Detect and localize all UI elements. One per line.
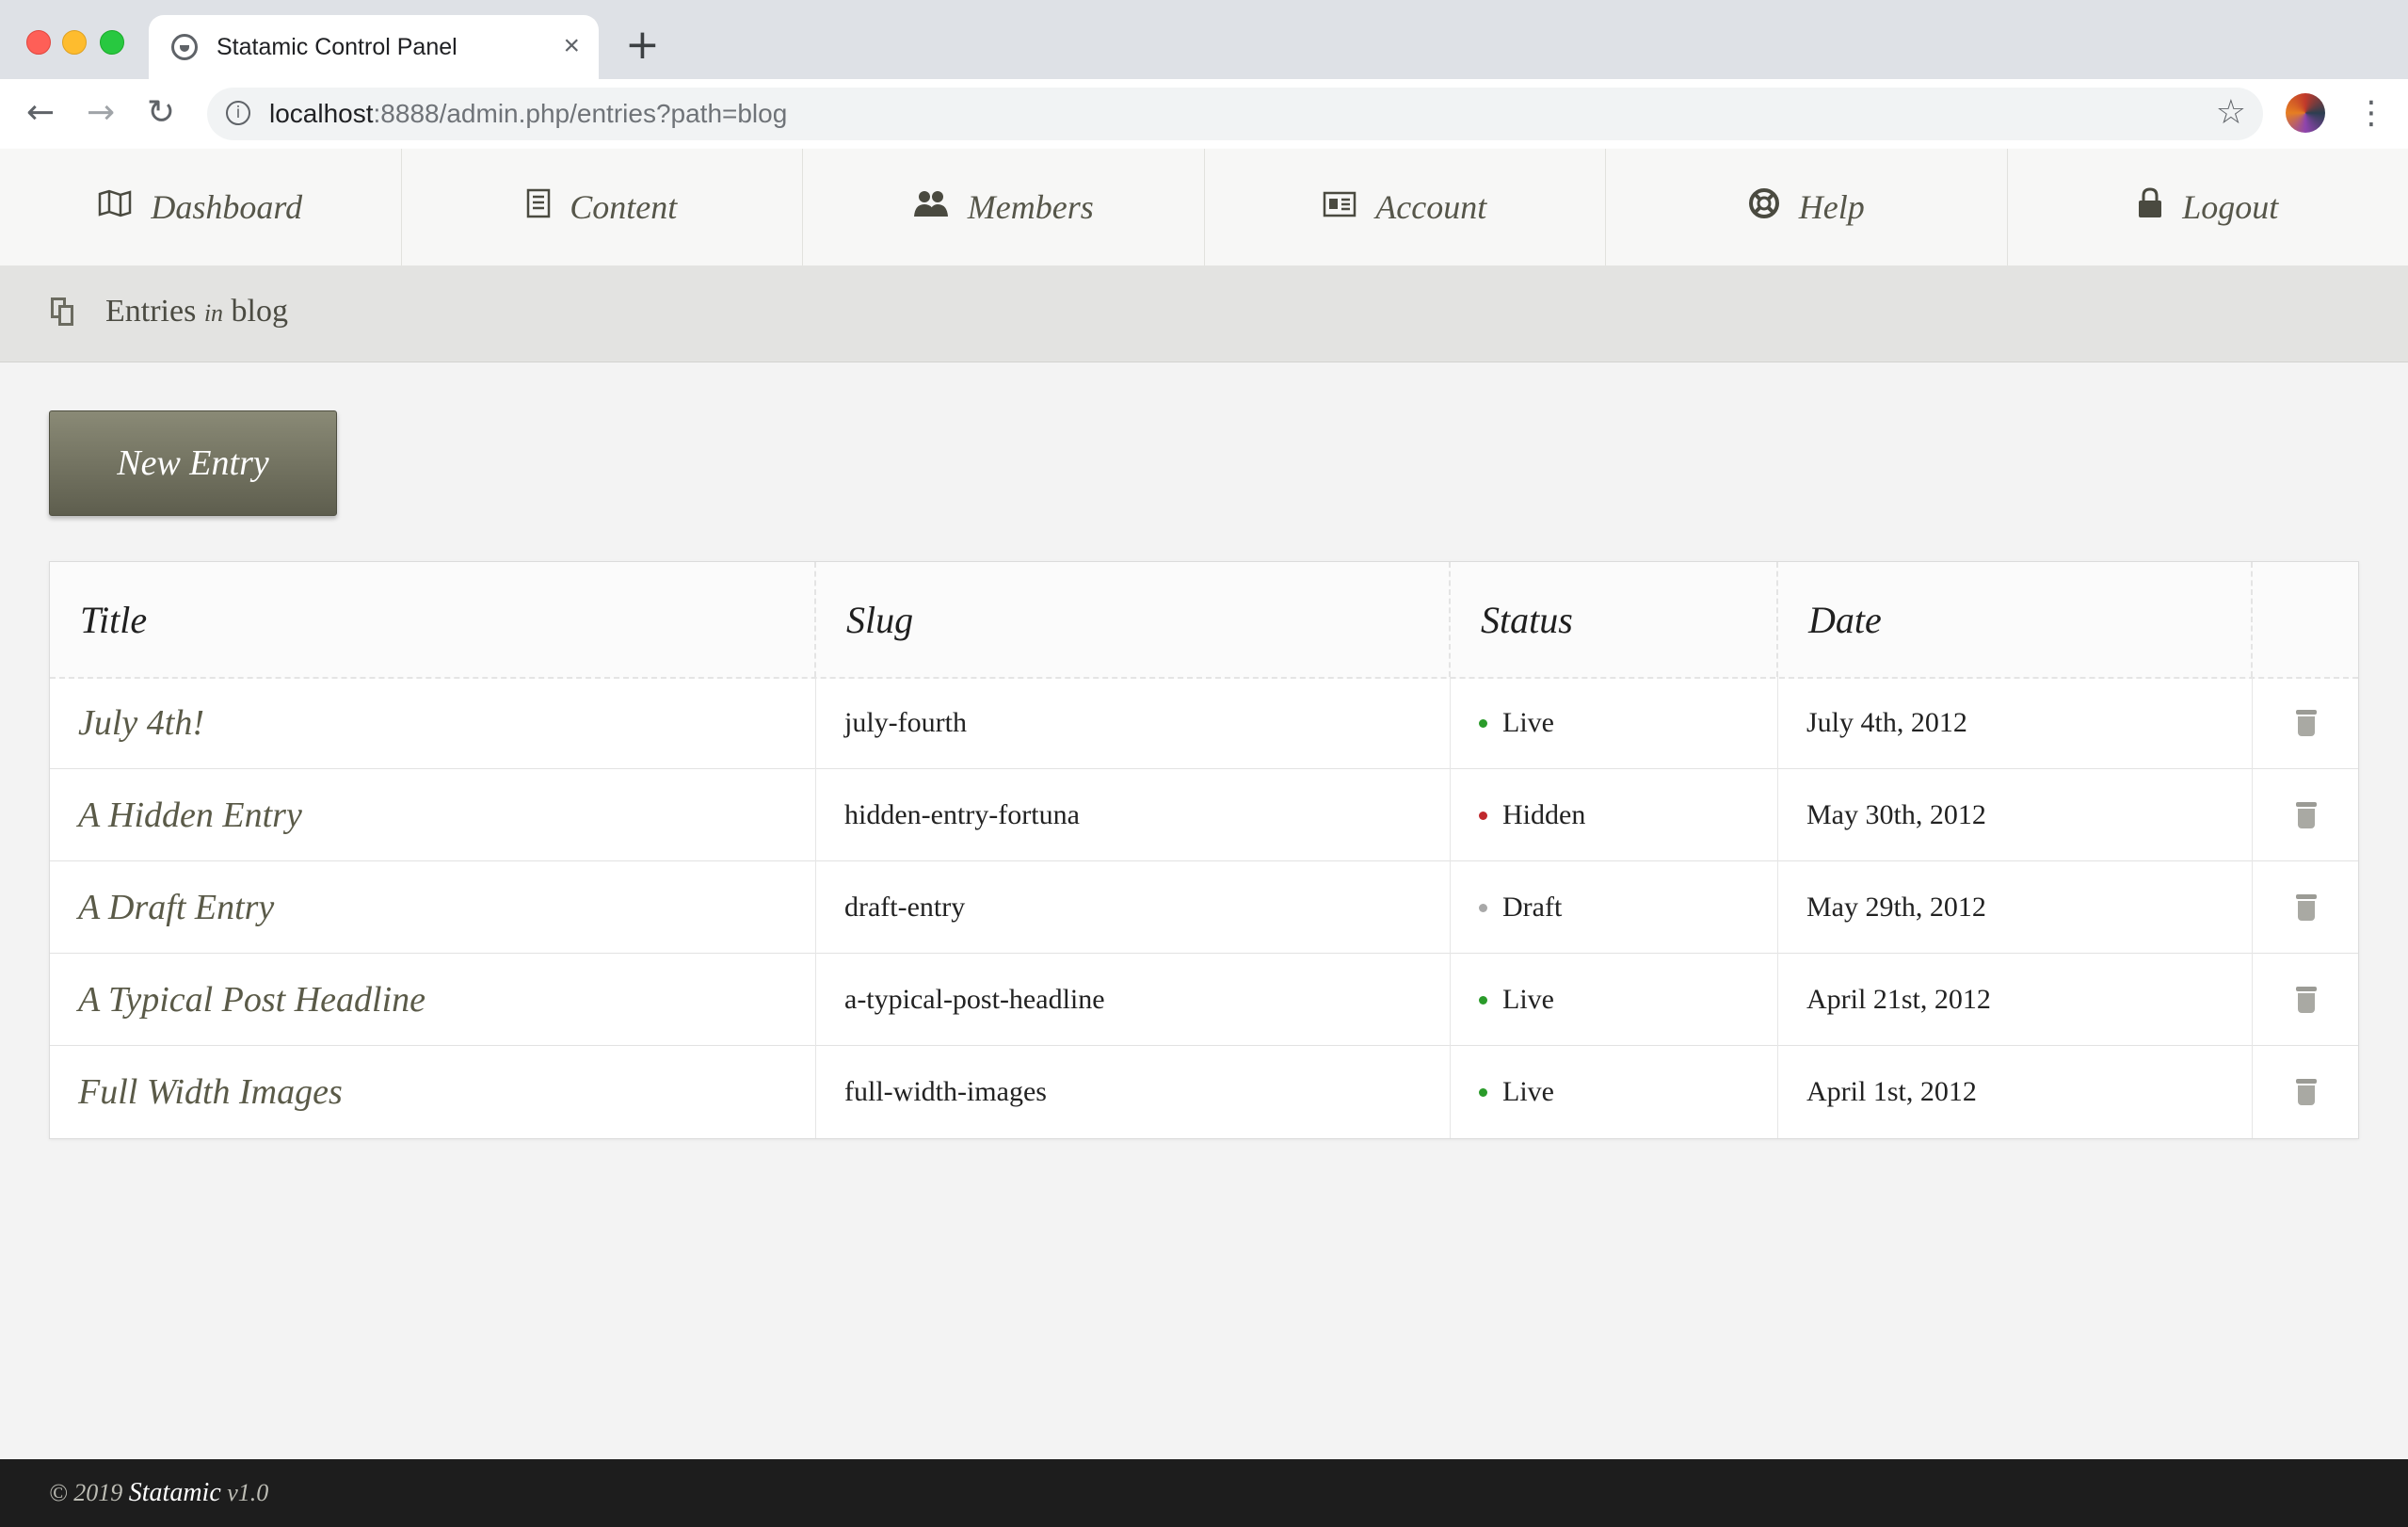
status-label: Draft bbox=[1502, 892, 1563, 923]
entry-date: April 21st, 2012 bbox=[1778, 954, 2253, 1046]
trash-icon bbox=[2296, 710, 2317, 736]
footer-text: © 2019 Statamic v1.0 bbox=[49, 1478, 269, 1507]
nav-logout-label: Logout bbox=[2182, 188, 2279, 226]
document-icon bbox=[526, 188, 551, 226]
entry-status: Hidden bbox=[1451, 769, 1778, 861]
page-title: Entries in blog bbox=[105, 294, 288, 329]
entry-slug: draft-entry bbox=[816, 861, 1451, 954]
entry-date: May 29th, 2012 bbox=[1778, 861, 2253, 954]
page-header: Entries in blog bbox=[0, 265, 2408, 362]
more-icon[interactable]: ⋮ bbox=[2355, 90, 2387, 136]
delete-entry-button[interactable] bbox=[2253, 954, 2360, 1046]
nav-help[interactable]: Help bbox=[1606, 149, 2008, 265]
table-row[interactable]: July 4th! july-fourth Live July 4th, 201… bbox=[50, 677, 2358, 769]
footer: © 2019 Statamic v1.0 bbox=[0, 1459, 2408, 1527]
table-row[interactable]: A Typical Post Headline a-typical-post-h… bbox=[50, 954, 2358, 1046]
url-text[interactable]: localhost:8888/admin.php/entries?path=bl… bbox=[269, 99, 787, 129]
nav-help-label: Help bbox=[1798, 188, 1865, 226]
nav-members-label: Members bbox=[967, 188, 1094, 226]
entry-date: April 1st, 2012 bbox=[1778, 1046, 2253, 1138]
entry-date: May 30th, 2012 bbox=[1778, 769, 2253, 861]
column-header-slug[interactable]: Slug bbox=[816, 562, 1451, 677]
new-tab-button[interactable]: + bbox=[625, 23, 660, 68]
info-icon[interactable]: i bbox=[226, 101, 250, 125]
table-row[interactable]: Full Width Images full-width-images Live… bbox=[50, 1046, 2358, 1138]
status-dot bbox=[1479, 811, 1487, 820]
avatar[interactable] bbox=[2286, 93, 2325, 133]
status-dot bbox=[1479, 1087, 1487, 1097]
reload-icon[interactable]: ↻ bbox=[147, 92, 175, 134]
browser-tab[interactable]: Statamic Control Panel × bbox=[149, 15, 599, 79]
entries-table: Title Slug Status Date July 4th! july-fo… bbox=[49, 561, 2359, 1139]
new-entry-button[interactable]: New Entry bbox=[49, 410, 337, 516]
delete-entry-button[interactable] bbox=[2253, 769, 2360, 861]
trash-icon bbox=[2296, 894, 2317, 921]
back-icon[interactable]: ← bbox=[26, 92, 55, 134]
status-label: Live bbox=[1502, 984, 1554, 1015]
entry-title-link[interactable]: A Typical Post Headline bbox=[50, 954, 816, 1046]
entry-title-link[interactable]: July 4th! bbox=[50, 677, 816, 769]
column-header-status[interactable]: Status bbox=[1451, 562, 1778, 677]
trash-icon bbox=[2296, 987, 2317, 1013]
status-dot bbox=[1479, 903, 1487, 912]
entry-status: Live bbox=[1451, 1046, 1778, 1138]
nav-account-label: Account bbox=[1375, 188, 1487, 226]
trash-icon bbox=[2296, 1079, 2317, 1105]
copy-icon bbox=[51, 297, 73, 326]
footer-brand: Statamic bbox=[128, 1478, 221, 1507]
map-icon bbox=[98, 189, 132, 225]
delete-entry-button[interactable] bbox=[2253, 677, 2360, 769]
tab-close-icon[interactable]: × bbox=[563, 30, 580, 62]
trash-icon bbox=[2296, 802, 2317, 828]
table-row[interactable]: A Hidden Entry hidden-entry-fortuna Hidd… bbox=[50, 769, 2358, 861]
nav-dashboard-label: Dashboard bbox=[151, 188, 303, 226]
entry-slug: a-typical-post-headline bbox=[816, 954, 1451, 1046]
delete-entry-button[interactable] bbox=[2253, 1046, 2360, 1138]
column-header-title[interactable]: Title bbox=[50, 562, 816, 677]
id-card-icon bbox=[1323, 189, 1357, 225]
column-header-date[interactable]: Date bbox=[1778, 562, 2253, 677]
table-header: Title Slug Status Date bbox=[50, 562, 2358, 679]
star-icon[interactable]: ☆ bbox=[2216, 93, 2246, 132]
delete-entry-button[interactable] bbox=[2253, 861, 2360, 954]
nav-dashboard[interactable]: Dashboard bbox=[0, 149, 402, 265]
status-dot bbox=[1479, 718, 1487, 728]
tab-title: Statamic Control Panel bbox=[217, 34, 458, 60]
nav-members[interactable]: Members bbox=[803, 149, 1205, 265]
entry-status: Live bbox=[1451, 954, 1778, 1046]
table-row[interactable]: A Draft Entry draft-entry Draft May 29th… bbox=[50, 861, 2358, 954]
main-nav: Dashboard Content Members Account Help L… bbox=[0, 149, 2408, 266]
address-bar[interactable]: i localhost:8888/admin.php/entries?path=… bbox=[207, 88, 2263, 140]
nav-account[interactable]: Account bbox=[1205, 149, 1606, 265]
nav-content[interactable]: Content bbox=[402, 149, 803, 265]
entry-slug: july-fourth bbox=[816, 677, 1451, 769]
nav-logout[interactable]: Logout bbox=[2008, 149, 2408, 265]
lock-icon bbox=[2137, 187, 2163, 227]
entry-status: Live bbox=[1451, 677, 1778, 769]
window-minimize-button[interactable] bbox=[62, 30, 87, 55]
entry-title-link[interactable]: A Draft Entry bbox=[50, 861, 816, 954]
browser-toolbar: ← → ↻ i localhost:8888/admin.php/entries… bbox=[0, 79, 2408, 150]
status-label: Live bbox=[1502, 707, 1554, 738]
entry-title-link[interactable]: Full Width Images bbox=[50, 1046, 816, 1138]
entry-slug: full-width-images bbox=[816, 1046, 1451, 1138]
entry-status: Draft bbox=[1451, 861, 1778, 954]
browser-tab-bar: Statamic Control Panel × + bbox=[0, 0, 2408, 79]
entry-title-link[interactable]: A Hidden Entry bbox=[50, 769, 816, 861]
status-dot bbox=[1479, 995, 1487, 1005]
users-icon bbox=[913, 189, 949, 225]
favicon-icon bbox=[171, 34, 198, 60]
entry-date: July 4th, 2012 bbox=[1778, 677, 2253, 769]
window-close-button[interactable] bbox=[26, 30, 51, 55]
nav-content-label: Content bbox=[570, 188, 678, 226]
entry-slug: hidden-entry-fortuna bbox=[816, 769, 1451, 861]
forward-icon[interactable]: → bbox=[87, 92, 115, 134]
column-header-actions bbox=[2253, 562, 2360, 677]
lifebuoy-icon bbox=[1748, 187, 1780, 227]
status-label: Live bbox=[1502, 1076, 1554, 1107]
window-zoom-button[interactable] bbox=[100, 30, 124, 55]
status-label: Hidden bbox=[1502, 799, 1586, 830]
